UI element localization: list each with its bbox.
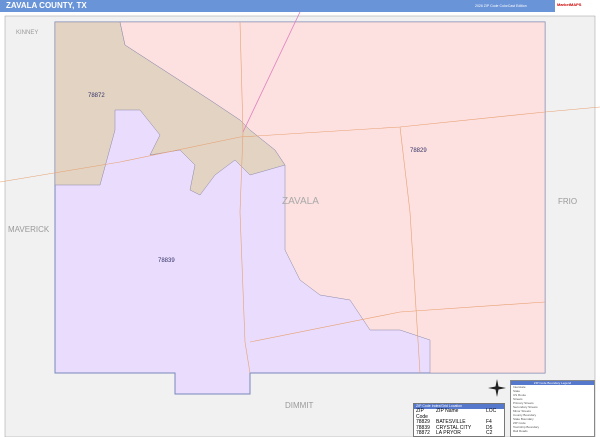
zip-index-table: ZIP Code Index/Grid Location ZIP Code ZIP… [413,403,505,437]
map-legend: ZIP Code Boundary Legend Interstate Stat… [510,380,595,437]
table-row: 78872 LA PRYOR C2 [416,430,493,437]
logo: MarketMAPS [555,0,600,12]
county-map[interactable]: 78872 78829 78839 ZAVALA KINNEY MAVERICK… [0,12,600,437]
zip-label-78839: 78839 [158,258,175,264]
zip-label-78872: 78872 [88,93,105,99]
county-label: ZAVALA [282,196,319,207]
map-title: ZAVALA COUNTY, TX [6,1,87,10]
edition-label: 2026 ZIP Code ColorCast Edition [475,4,527,8]
header-bar: ZAVALA COUNTY, TX 2026 ZIP Code ColorCas… [0,0,600,12]
neighbor-maverick: MAVERICK [8,225,50,234]
neighbor-frio: FRIO [558,197,577,206]
neighbor-dimmit: DIMMIT [285,401,314,410]
neighbor-kinney: KINNEY [16,30,38,36]
zip-label-78829: 78829 [410,148,427,154]
legend-item: Rail Roads [513,429,528,433]
